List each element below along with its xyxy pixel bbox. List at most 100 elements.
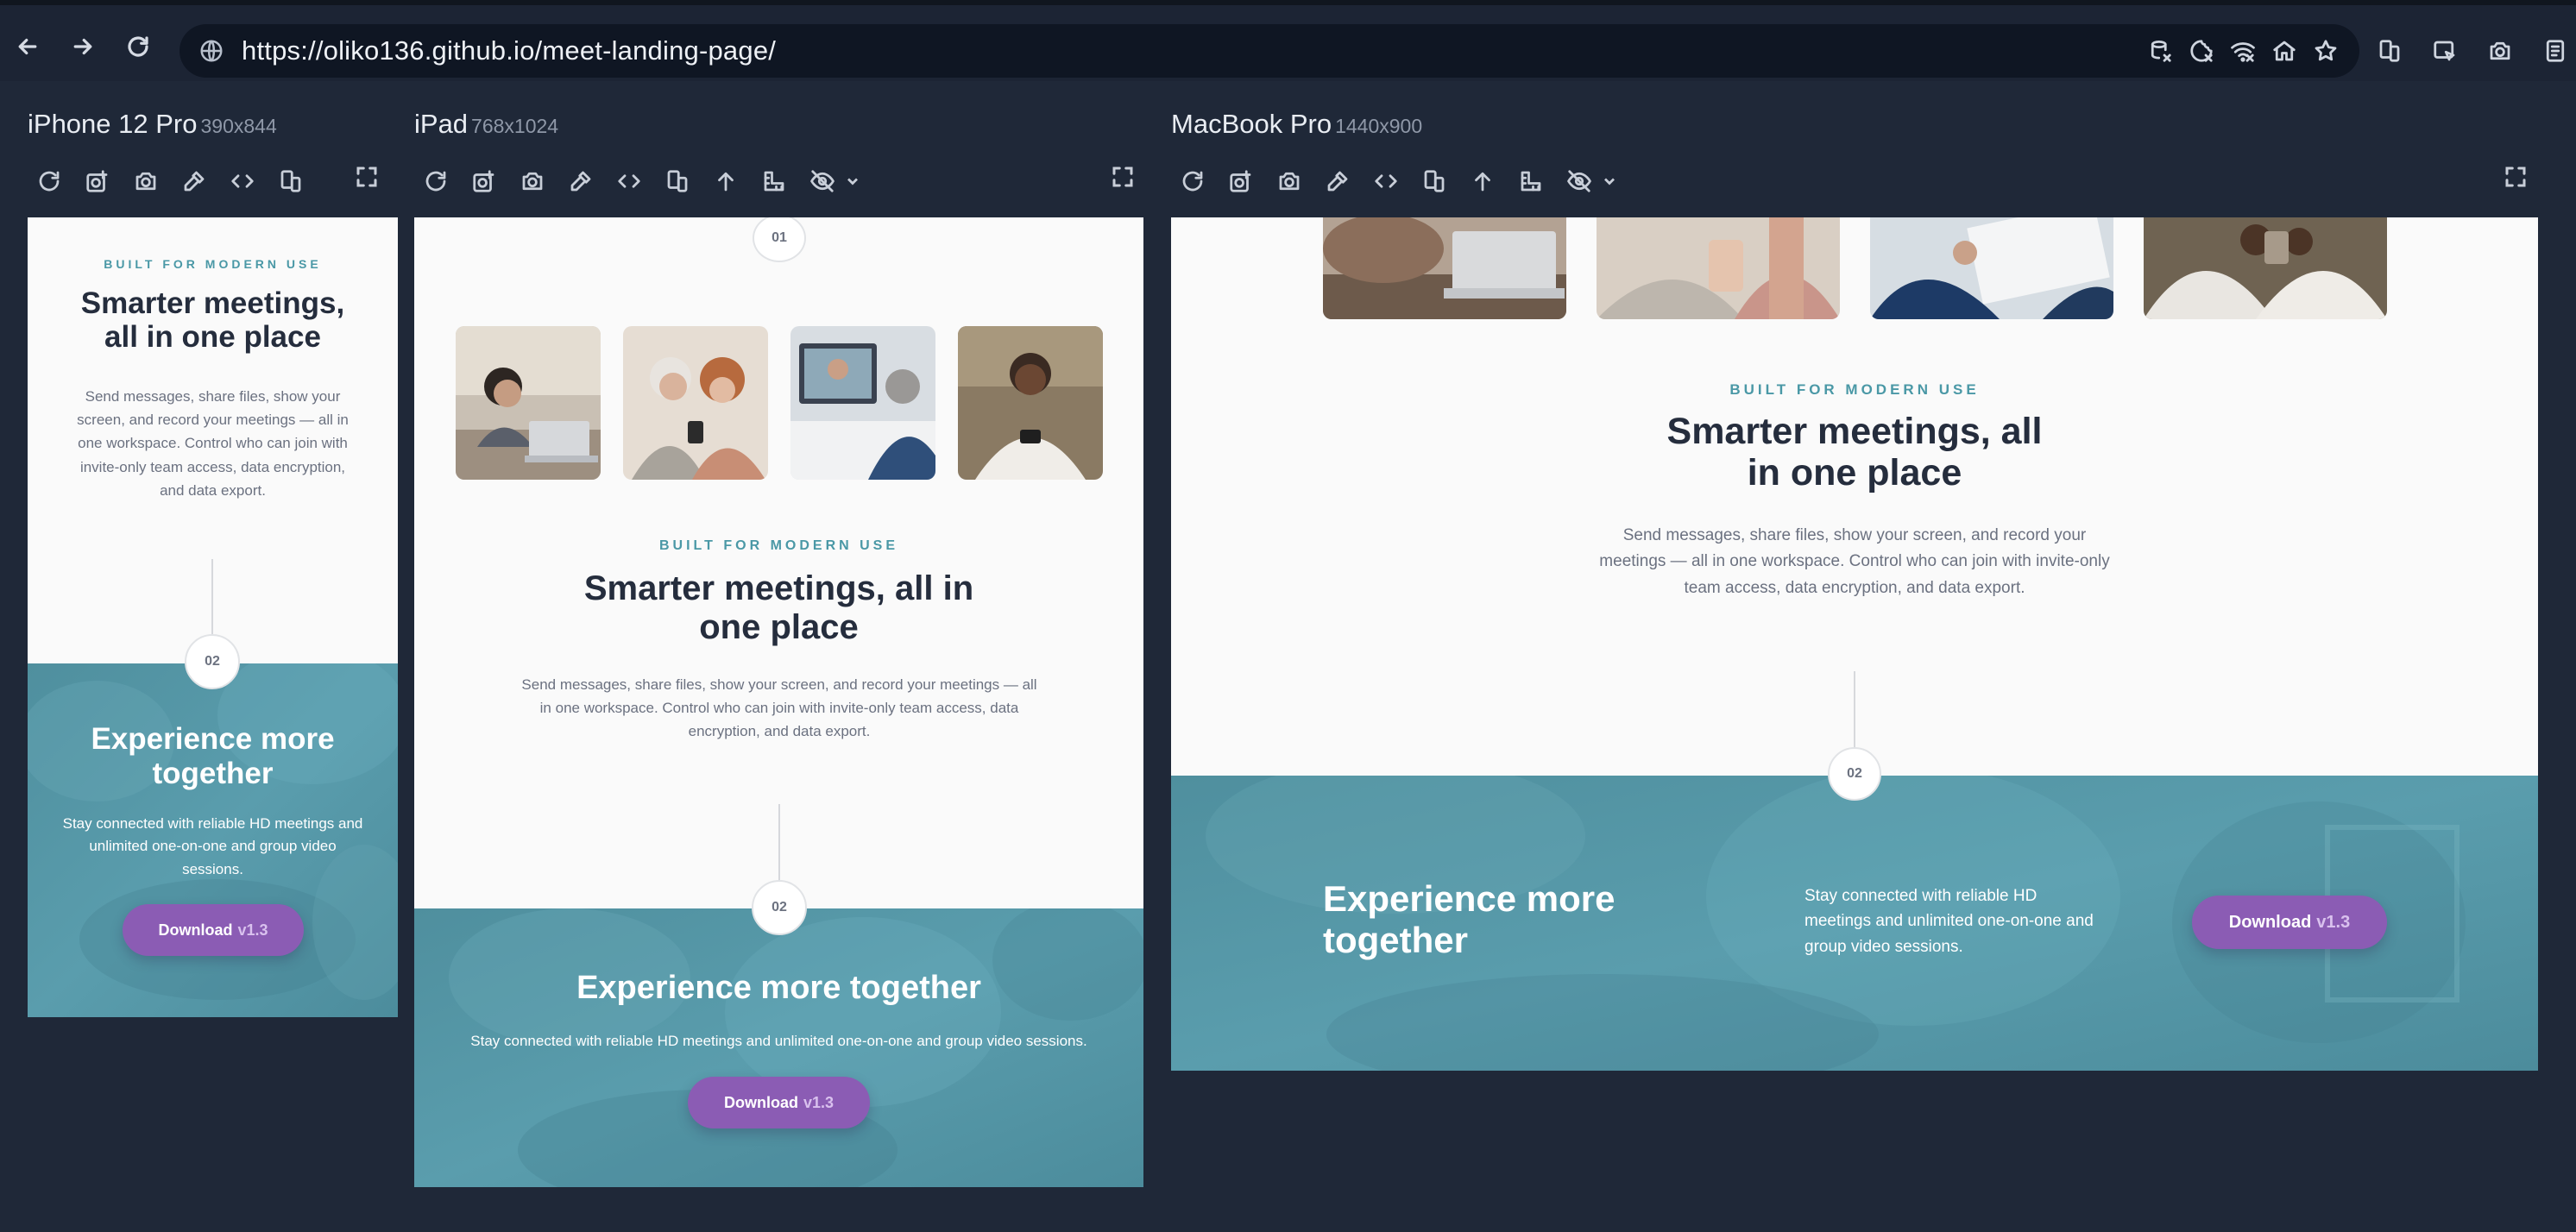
download-label: Download — [2228, 912, 2312, 932]
code-icon[interactable] — [1373, 168, 1399, 194]
expand-icon[interactable] — [2503, 164, 2529, 190]
wifi-off-icon[interactable] — [2230, 38, 2256, 64]
section-heading: Smarter meetings, all in one place — [28, 286, 398, 354]
chevron-down-icon[interactable] — [846, 168, 860, 194]
device-toolbar-ipad — [423, 164, 877, 198]
heading-line: one place — [699, 607, 859, 646]
download-button[interactable]: Download v1.3 — [123, 904, 304, 956]
camera-icon[interactable] — [1276, 168, 1302, 194]
rotate-icon[interactable] — [1421, 168, 1447, 194]
ruler-icon[interactable] — [761, 168, 787, 194]
cookie-off-icon[interactable] — [2189, 38, 2214, 64]
section-eyebrow: BUILT FOR MODERN USE — [1729, 381, 1980, 398]
chevron-down-icon[interactable] — [1603, 168, 1616, 194]
refresh-icon[interactable] — [423, 168, 449, 194]
star-icon[interactable] — [2313, 38, 2339, 64]
device-dimensions: 390x844 — [200, 115, 277, 137]
screenshot-icon[interactable] — [471, 168, 497, 194]
extension-icon[interactable] — [2542, 38, 2568, 64]
color-picker-icon[interactable] — [1325, 168, 1351, 194]
address-bar[interactable]: https://oliko136.github.io/meet-landing-… — [180, 24, 2359, 78]
step-one-badge: 01 — [753, 217, 806, 262]
photo-women-phone — [1597, 217, 1840, 319]
camera-icon[interactable] — [133, 168, 159, 194]
cta-heading-line: Experience more — [1323, 878, 1616, 919]
scroll-up-icon[interactable] — [713, 168, 739, 194]
download-label: Download — [158, 921, 233, 939]
code-icon[interactable] — [616, 168, 642, 194]
home-icon[interactable] — [2271, 38, 2297, 64]
rotate-icon[interactable] — [278, 168, 304, 194]
browser-toolbar: https://oliko136.github.io/meet-landing-… — [0, 0, 2576, 81]
cta-heading-line: Experience more — [91, 722, 335, 756]
refresh-icon[interactable] — [36, 168, 62, 194]
address-bar-actions — [2147, 24, 2339, 78]
hide-icon[interactable] — [1566, 168, 1592, 194]
device-name: iPhone 12 Pro — [28, 109, 198, 139]
device-dimensions: 768x1024 — [471, 115, 559, 137]
code-icon[interactable] — [230, 168, 255, 194]
inspect-icon[interactable] — [2432, 38, 2458, 64]
heading-line: Smarter meetings, all — [1666, 411, 2043, 452]
cta-heading: Experience more together — [1323, 878, 1685, 962]
screenshot-icon[interactable] — [1228, 168, 1254, 194]
forward-arrow-icon[interactable] — [66, 29, 100, 64]
cta-heading-line: together — [1323, 920, 1468, 961]
section-heading: Smarter meetings, all in one place — [1171, 411, 2538, 493]
device-title-iphone: iPhone 12 Pro 390x844 — [28, 109, 277, 140]
screenshot-icon[interactable] — [85, 168, 110, 194]
cta-body: Stay connected with reliable HD meetings… — [470, 1033, 1087, 1049]
heading-line: in one place — [1747, 452, 1962, 494]
refresh-icon[interactable] — [1180, 168, 1206, 194]
device-name: MacBook Pro — [1171, 109, 1332, 139]
photo-man-phone — [958, 326, 1103, 480]
download-label: Download — [723, 1093, 798, 1111]
scroll-up-icon[interactable] — [1470, 168, 1496, 194]
section-eyebrow: BUILT FOR MODERN USE — [658, 538, 899, 553]
iphone-viewport: BUILT FOR MODERN USE Smarter meetings, a… — [28, 217, 398, 1017]
color-picker-icon[interactable] — [568, 168, 594, 194]
download-button[interactable]: Download v1.3 — [2192, 896, 2387, 949]
cta-heading: Experience more together — [28, 722, 398, 792]
features-section: BUILT FOR MODERN USE Smarter meetings, a… — [28, 217, 398, 663]
photo-man-documents — [1870, 217, 2113, 319]
photo-man-phone — [2144, 217, 2387, 319]
hide-icon[interactable] — [809, 168, 835, 194]
download-button[interactable]: Download v1.3 — [688, 1077, 870, 1128]
step-two-badge: 02 — [1828, 747, 1881, 801]
expand-icon[interactable] — [1110, 164, 1136, 190]
heading-line: Smarter meetings, — [80, 286, 345, 320]
back-arrow-icon[interactable] — [10, 29, 45, 64]
database-off-icon[interactable] — [2147, 38, 2173, 64]
cta-body: Stay connected with reliable HD meetings… — [62, 815, 363, 877]
photo-women-phone — [623, 326, 768, 480]
cta-heading: Experience more together — [576, 970, 981, 1006]
section-body: Send messages, share files, show your sc… — [1599, 526, 2110, 597]
ipad-viewport: 01 BUILT FOR MODERN USE Smarter meetings… — [414, 217, 1143, 1187]
expand-icon[interactable] — [354, 164, 380, 190]
photo-woman-laptop — [1323, 217, 1566, 319]
download-version: v1.3 — [2316, 912, 2351, 932]
screenshot-camera-icon[interactable] — [2487, 38, 2513, 64]
globe-icon — [198, 38, 224, 64]
heading-line: Smarter meetings, all in — [583, 569, 974, 607]
timeline-line — [1854, 671, 1855, 757]
photo-man-laptop-call — [790, 326, 935, 480]
ruler-icon[interactable] — [1518, 168, 1544, 194]
photo-woman-laptop — [456, 326, 601, 480]
color-picker-icon[interactable] — [181, 168, 207, 194]
camera-icon[interactable] — [520, 168, 545, 194]
rotate-icon[interactable] — [664, 168, 690, 194]
step-two-badge: 02 — [185, 634, 240, 689]
device-title-ipad: iPad 768x1024 — [414, 109, 558, 140]
url-text[interactable]: https://oliko136.github.io/meet-landing-… — [242, 35, 776, 66]
macbook-viewport: BUILT FOR MODERN USE Smarter meetings, a… — [1171, 217, 2538, 1071]
timeline-line — [778, 804, 780, 890]
section-eyebrow: BUILT FOR MODERN USE — [104, 257, 322, 271]
features-section: 01 BUILT FOR MODERN USE Smarter meetings… — [414, 217, 1143, 908]
layout-icon[interactable] — [2377, 38, 2403, 64]
download-version: v1.3 — [803, 1093, 835, 1111]
browser-extensions — [2377, 24, 2568, 78]
download-version: v1.3 — [237, 921, 268, 939]
reload-icon[interactable] — [121, 29, 155, 64]
